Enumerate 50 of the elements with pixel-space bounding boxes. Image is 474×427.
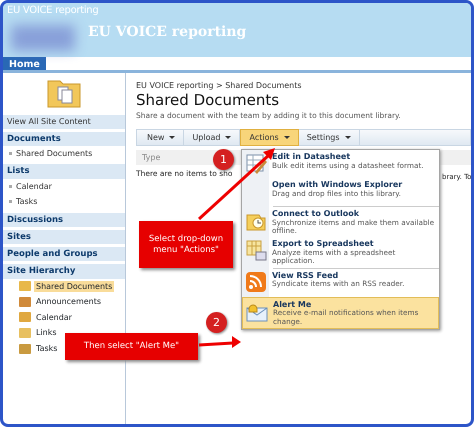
list-icon [19,312,31,322]
site-label: EU VOICE reporting [6,4,100,18]
toolbar-button[interactable]: New [139,130,184,145]
tree-item[interactable]: Shared Documents [34,280,114,292]
caret-icon [284,136,290,139]
menu-item-title: Export to Spreadsheet [272,239,375,249]
sidebar-item[interactable]: Shared Documents [16,148,92,158]
list-icon [19,296,31,307]
step-number-badge: 2 [206,312,227,333]
breadcrumb[interactable]: EU VOICE reporting > Shared Documents [136,81,471,91]
menu-item-title: Connect to Outlook [272,209,360,219]
blurred-logo [11,25,75,51]
menu-item-title: Open with Windows Explorer [272,180,402,190]
sidebar-heading[interactable]: Documents [3,130,125,146]
caret-icon [225,136,232,139]
callout-note: Then select "Alert Me" [65,333,198,360]
nav-tab[interactable]: Home [3,57,46,70]
sidebar-heading[interactable]: Lists [3,163,125,179]
sidebar-heading[interactable]: Discussions [3,212,125,227]
caret-icon [344,136,351,139]
page-title: Shared Documents [136,90,280,109]
callout-note: Select drop-down menu "Actions" [139,221,233,268]
step-number-badge: 1 [213,149,234,170]
sidebar-link[interactable]: View All Site Content [3,115,125,129]
sidebar-heading[interactable]: People and Groups [3,246,125,262]
bullet-icon [9,152,12,156]
pointer-arrow [198,336,241,348]
list-icon [19,281,31,292]
sidebar-heading[interactable]: Sites [3,228,125,244]
list-icon [19,328,31,338]
site-title: EU VOICE reporting [88,24,248,41]
rss-icon [245,270,267,293]
tree-item[interactable]: Calendar [34,312,74,324]
bullet-icon [9,200,12,204]
sidebar-item[interactable]: Tasks [16,197,38,207]
caret-icon [169,136,176,139]
toolbar-button[interactable]: Actions [240,128,299,146]
tree-item[interactable]: Tasks [34,342,60,354]
menu-item-title: View RSS Feed [272,270,340,280]
bullet-icon [9,184,12,188]
sidebar-heading[interactable]: Site Hierarchy [3,263,125,278]
toolbar-button[interactable]: Settings [298,130,360,145]
menu-item-title: Edit in Datasheet [272,152,352,162]
menu-item-title: Alert Me [273,300,312,310]
spreadsheet-icon [245,239,267,262]
tree-item[interactable]: Announcements [34,296,104,308]
table-pencil-icon [245,152,267,174]
list-icon [19,344,31,354]
sidebar-item[interactable]: Calendar [16,182,52,192]
tree-item[interactable]: Links [34,327,59,339]
